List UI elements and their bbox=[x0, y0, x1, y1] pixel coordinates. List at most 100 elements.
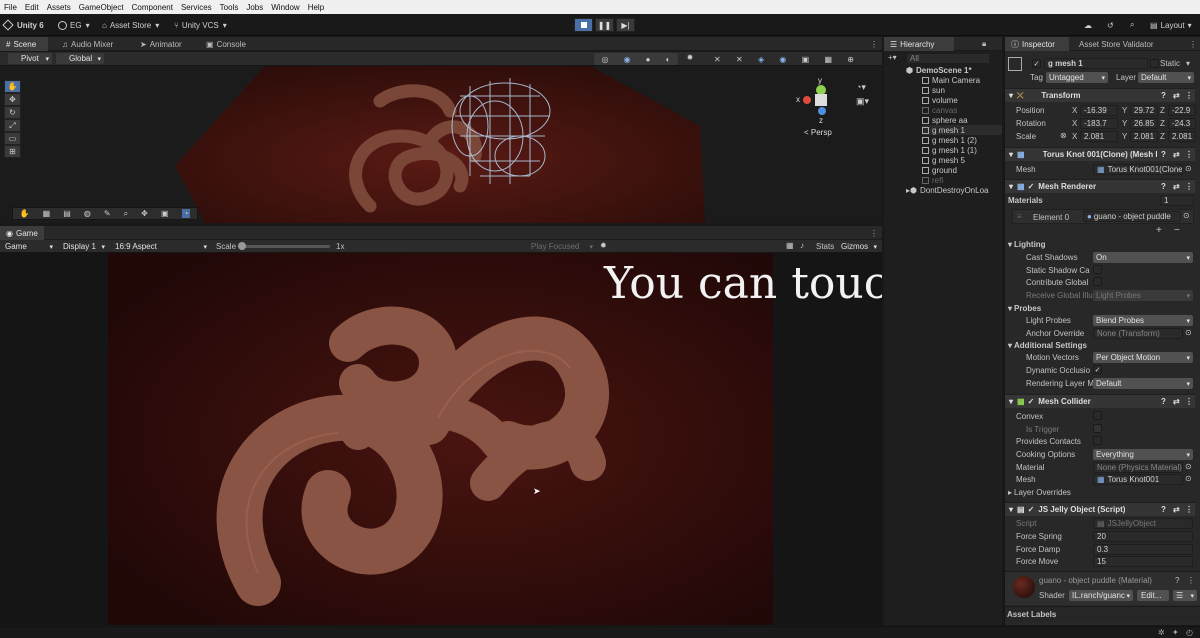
shading-modes[interactable]: ◎ ◉ ● ◐ bbox=[594, 53, 678, 65]
layout-dropdown[interactable]: ▤ Layout ▾ bbox=[1150, 18, 1192, 32]
rendering-layer-dropdown[interactable]: Default bbox=[1093, 378, 1193, 389]
scale-z[interactable]: 2.081 bbox=[1168, 131, 1196, 142]
cast-shadows-dropdown[interactable]: On bbox=[1093, 252, 1193, 263]
move-tool-icon[interactable]: ✥ bbox=[4, 93, 21, 106]
position-x[interactable]: -16.39 bbox=[1080, 105, 1118, 116]
gizmo-globe-icon[interactable]: ⊕ bbox=[847, 55, 854, 64]
camera-overlay-icon[interactable]: ▣ bbox=[161, 209, 169, 218]
menu-window[interactable]: Window bbox=[271, 3, 299, 12]
object-picker-icon[interactable]: ⊙ bbox=[1185, 328, 1192, 337]
debug-icon[interactable]: ✦ bbox=[1172, 628, 1179, 637]
enabled-check-icon[interactable]: ✓ bbox=[1028, 182, 1035, 191]
menu-component[interactable]: Component bbox=[132, 3, 173, 12]
static-checkbox[interactable] bbox=[1150, 59, 1159, 68]
tab-hierarchy[interactable]: ☰ Hierarchy bbox=[884, 37, 954, 51]
tab-audio-mixer[interactable]: ♫ Audio Mixer bbox=[56, 37, 119, 51]
terrain-icon[interactable]: ▦ bbox=[43, 209, 51, 218]
aspect-dropdown[interactable]: 16:9 Aspect bbox=[112, 241, 210, 252]
mesh-field[interactable]: ▦ Torus Knot001(Clone) bbox=[1093, 164, 1183, 175]
physics-material-field[interactable]: None (Physics Material) bbox=[1093, 462, 1183, 473]
scale-slider-handle[interactable] bbox=[238, 242, 246, 250]
audio-off-icon[interactable]: ✕ bbox=[714, 55, 721, 64]
component-menu-icon[interactable]: ⋮ bbox=[1185, 505, 1193, 514]
cloud-icon[interactable]: ☁ bbox=[1084, 18, 1092, 32]
rotation-y[interactable]: 26.85 bbox=[1130, 118, 1158, 129]
layer-overrides-foldout[interactable]: ▸ Layer Overrides bbox=[1008, 488, 1071, 497]
step-button[interactable]: ▶| bbox=[616, 18, 635, 32]
tab-asset-store-validator[interactable]: Asset Store Validator bbox=[1073, 37, 1160, 51]
tab-scene[interactable]: # Scene bbox=[0, 37, 48, 51]
camera-settings-icon[interactable]: ▣▾ bbox=[856, 94, 878, 108]
hand-overlay-icon[interactable]: ✋ bbox=[20, 209, 30, 218]
visibility-icon[interactable]: ◉ bbox=[779, 55, 786, 64]
force-spring-field[interactable]: 20 bbox=[1093, 531, 1193, 542]
play-button[interactable] bbox=[574, 18, 593, 32]
menu-gameobject[interactable]: GameObject bbox=[79, 3, 124, 12]
layers-toggle-icon[interactable]: ◈ bbox=[758, 55, 764, 64]
tab-console[interactable]: ▣ Console bbox=[200, 37, 252, 51]
anchor-override-field[interactable]: None (Transform) bbox=[1093, 328, 1183, 339]
presets-icon[interactable]: ⇄ bbox=[1173, 505, 1180, 514]
lock-icon[interactable]: 🔒︎ bbox=[976, 37, 992, 51]
add-material-button[interactable]: + bbox=[1156, 225, 1162, 236]
object-picker-icon[interactable]: ⊙ bbox=[1183, 211, 1190, 220]
sphere-icon[interactable]: ● bbox=[646, 55, 651, 64]
game-mode-dropdown[interactable]: Game bbox=[2, 241, 56, 252]
grid-snap-icon[interactable]: ▤ bbox=[63, 209, 71, 218]
move-overlay-icon[interactable]: ✥ bbox=[141, 209, 148, 218]
gizmo-z-axis[interactable] bbox=[818, 107, 826, 115]
zoom-icon[interactable]: ⌕ bbox=[124, 209, 128, 219]
help-icon[interactable]: ? bbox=[1175, 576, 1179, 585]
component-menu-icon[interactable]: ⋮ bbox=[1185, 397, 1193, 406]
hierarchy-item[interactable]: g mesh 5 bbox=[922, 155, 965, 165]
help-icon[interactable]: ? bbox=[1161, 397, 1166, 406]
game-settings-icon[interactable]: ✹ bbox=[600, 241, 607, 250]
cooking-options-dropdown[interactable]: Everything bbox=[1093, 449, 1193, 460]
menu-jobs[interactable]: Jobs bbox=[246, 3, 263, 12]
scale-y[interactable]: 2.081 bbox=[1130, 131, 1158, 142]
shader-dropdown[interactable]: IL.ranch/guanc bbox=[1069, 590, 1133, 601]
menu-file[interactable]: File bbox=[4, 3, 17, 12]
hierarchy-item[interactable]: sphere aa bbox=[922, 115, 968, 125]
drag-handle-icon[interactable]: ≡ bbox=[1017, 212, 1022, 221]
menu-edit[interactable]: Edit bbox=[25, 3, 39, 12]
component-menu-icon[interactable]: ⋮ bbox=[1185, 150, 1193, 159]
mesh-renderer-header[interactable]: ▾ ▦ ✓ Mesh Renderer ? ⇄ ⋮ bbox=[1005, 179, 1195, 193]
wireframe-globe-icon[interactable]: ◎ bbox=[602, 55, 609, 64]
menu-help[interactable]: Help bbox=[308, 3, 324, 12]
unity-version-button[interactable]: Unity 6 bbox=[2, 18, 44, 32]
component-menu-icon[interactable]: ⋮ bbox=[1187, 576, 1195, 585]
add-object-icon[interactable]: +▾ bbox=[888, 53, 897, 62]
provides-contacts-checkbox[interactable] bbox=[1093, 436, 1102, 445]
fx-icon[interactable]: ✕ bbox=[736, 55, 743, 64]
force-move-field[interactable]: 15 bbox=[1093, 556, 1193, 567]
hierarchy-item-selected[interactable]: g mesh 1 bbox=[922, 125, 1002, 135]
object-picker-icon[interactable]: ⊙ bbox=[1185, 164, 1192, 173]
help-icon[interactable]: ? bbox=[1161, 182, 1166, 191]
element0-field[interactable]: ● guano - object puddle bbox=[1083, 211, 1181, 222]
camera-icon[interactable]: ▣ bbox=[802, 55, 810, 64]
search-icon[interactable]: ⌕ bbox=[1130, 18, 1134, 32]
hierarchy-item[interactable]: canvas bbox=[922, 105, 957, 115]
active-checkbox[interactable]: ✓ bbox=[1032, 59, 1041, 68]
gizmo-x-axis[interactable] bbox=[803, 96, 811, 104]
layer-dropdown[interactable]: Default bbox=[1138, 72, 1194, 83]
presets-icon[interactable]: ⇄ bbox=[1173, 182, 1180, 191]
jelly-script-header[interactable]: ▾ ▤ ✓ JS Jelly Object (Script) ? ⇄ ⋮ bbox=[1005, 502, 1195, 516]
object-picker-icon[interactable]: ⊙ bbox=[1185, 474, 1192, 483]
pivot-dropdown[interactable]: Pivot bbox=[8, 53, 52, 64]
rotation-z[interactable]: -24.3 bbox=[1168, 118, 1196, 129]
enabled-check-icon[interactable]: ✓ bbox=[1028, 397, 1035, 406]
receive-gi-dropdown[interactable]: Light Probes bbox=[1093, 290, 1193, 301]
menu-tools[interactable]: Tools bbox=[220, 3, 239, 12]
device-sim-icon[interactable]: ▦ bbox=[786, 241, 794, 250]
network-icon[interactable]: ✲ bbox=[1158, 628, 1165, 637]
lighting-toggle-icon[interactable]: ✹ bbox=[680, 53, 700, 65]
object-picker-icon[interactable]: ⊙ bbox=[1185, 462, 1192, 471]
edit-shader-button[interactable]: Edit... bbox=[1137, 590, 1169, 601]
rotation-x[interactable]: -183.7 bbox=[1080, 118, 1118, 129]
gizmos-dropdown[interactable]: Gizmos bbox=[838, 241, 880, 252]
scale-slider[interactable] bbox=[238, 242, 330, 250]
hierarchy-item[interactable]: Main Camera bbox=[922, 75, 980, 85]
collider-mesh-field[interactable]: ▦ Torus Knot001 bbox=[1093, 474, 1183, 485]
